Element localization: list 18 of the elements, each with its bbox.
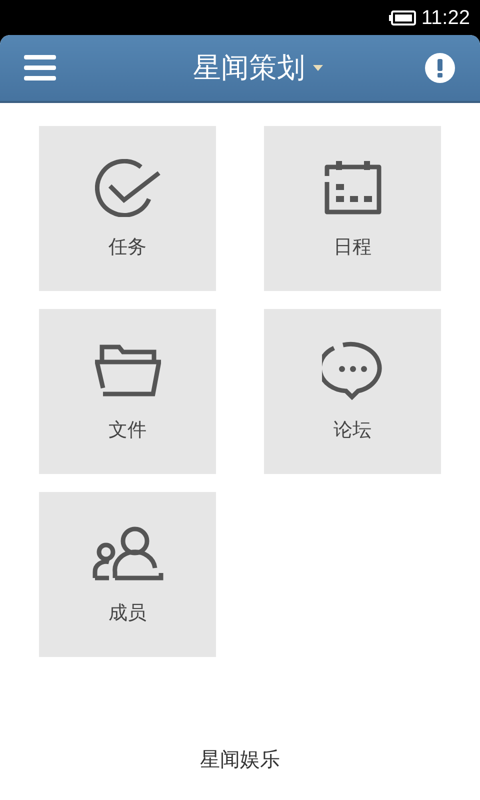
status-time: 11:22: [421, 6, 470, 30]
module-tile[interactable]: 日程: [264, 126, 441, 291]
speech-bubble-icon: [322, 340, 384, 402]
menu-icon: [24, 54, 56, 82]
module-tile[interactable]: 成员: [39, 492, 216, 657]
calendar-icon: [322, 160, 382, 216]
module-tile[interactable]: 任务: [39, 126, 216, 291]
alert-button[interactable]: [424, 52, 456, 84]
people-icon: [90, 526, 164, 582]
title-dropdown[interactable]: 星闻策划: [157, 47, 323, 89]
folder-icon: [94, 344, 160, 398]
caret-icon: [313, 65, 323, 71]
battery-icon: [389, 10, 418, 26]
module-tile[interactable]: 文件: [39, 309, 216, 474]
check-circle-icon: [94, 158, 160, 216]
footer-text: 星闻娱乐: [200, 746, 280, 773]
exclamation-icon: [425, 53, 455, 83]
module-tile[interactable]: 论坛: [264, 309, 441, 474]
